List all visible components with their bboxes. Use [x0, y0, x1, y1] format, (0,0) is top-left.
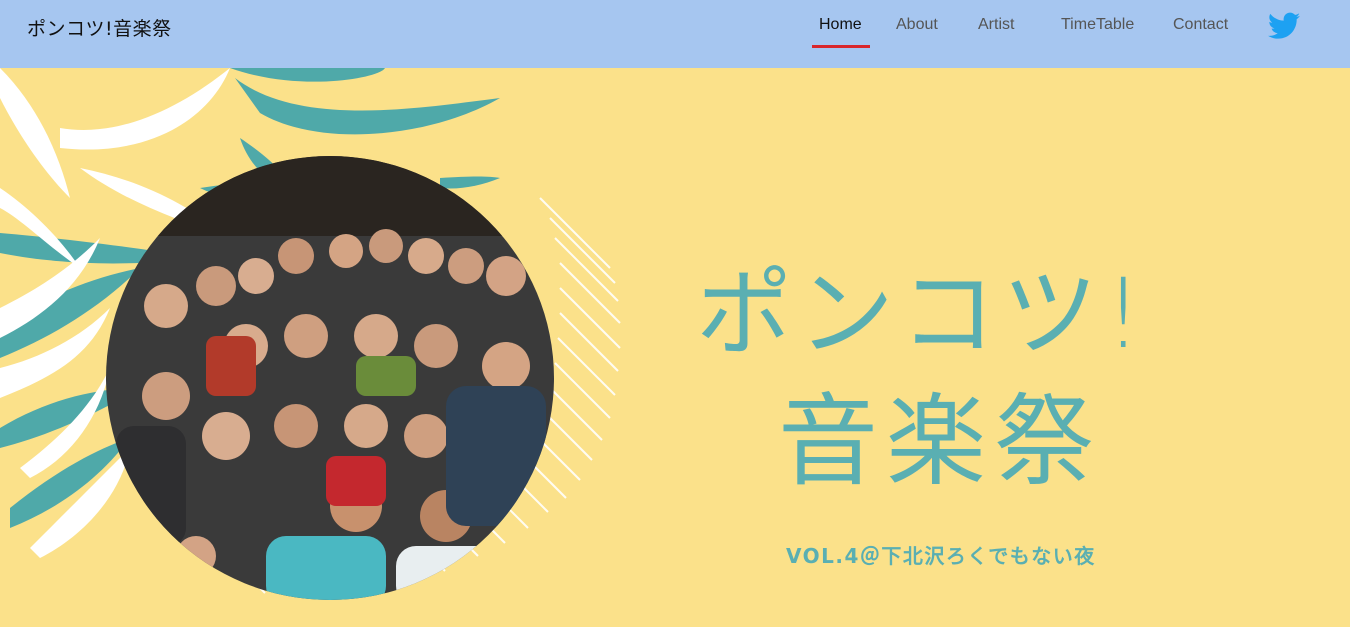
nav-contact[interactable]: Contact: [1173, 16, 1228, 34]
hero-title-line2: 音楽祭: [778, 383, 1102, 500]
hero-subtitle: VOL.4＠下北沢ろくでもない夜: [786, 544, 1096, 568]
nav-artist[interactable]: Artist: [978, 16, 1014, 34]
hero-section: ポンコツ! 音楽祭 VOL.4＠下北沢ろくでもない夜: [0, 68, 1350, 627]
hero-title-line1: ポンコツ!: [696, 258, 1149, 370]
nav-about[interactable]: About: [896, 16, 938, 34]
main-nav: Home About Artist TimeTable Contact: [0, 16, 1350, 56]
group-photo: [106, 156, 554, 600]
site-header: ポンコツ!音楽祭 Home About Artist TimeTable Con…: [0, 0, 1350, 68]
nav-home[interactable]: Home: [819, 16, 862, 34]
active-nav-underline: [812, 45, 870, 48]
twitter-icon[interactable]: [1268, 12, 1300, 40]
nav-timetable[interactable]: TimeTable: [1061, 16, 1134, 34]
